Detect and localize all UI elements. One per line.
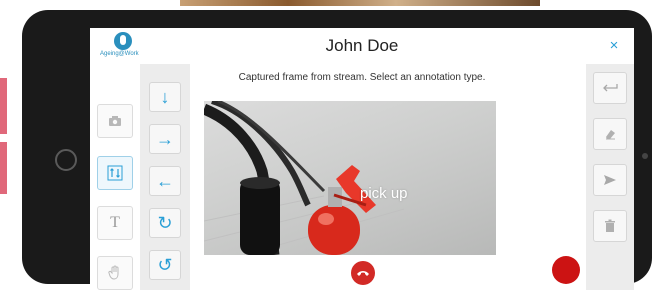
page-title: John Doe bbox=[325, 36, 399, 55]
rotate-clockwise-button[interactable]: ↻ bbox=[149, 208, 181, 238]
annotation-label: pick up bbox=[360, 185, 408, 202]
send-icon bbox=[604, 175, 616, 185]
hand-button[interactable] bbox=[97, 256, 133, 290]
arrow-down-button[interactable]: ↓ bbox=[149, 82, 181, 112]
eraser-button[interactable] bbox=[593, 118, 627, 150]
return-icon bbox=[603, 84, 618, 92]
camera-dot bbox=[642, 153, 648, 159]
annotation-type-toolbar: T bbox=[90, 64, 140, 290]
send-button[interactable] bbox=[593, 164, 627, 196]
rotate-counterclockwise-button[interactable]: ↺ bbox=[149, 250, 181, 280]
delete-button[interactable] bbox=[593, 210, 627, 242]
arrow-left-icon: ← bbox=[156, 170, 174, 191]
header: Ageing@Work John Doe × bbox=[90, 28, 634, 64]
arrows-icon bbox=[107, 165, 123, 181]
text-icon: T bbox=[110, 214, 120, 231]
background-photo-edge bbox=[180, 0, 540, 6]
instruction-text: Captured frame from stream. Select an an… bbox=[238, 72, 486, 83]
arrow-right-icon: → bbox=[156, 128, 174, 149]
action-toolbar bbox=[586, 64, 634, 290]
rotate-counterclockwise-icon: ↺ bbox=[157, 254, 173, 275]
frame-scene bbox=[204, 101, 405, 255]
captured-frame[interactable]: pick up bbox=[204, 101, 496, 255]
arrow-left-button[interactable]: ← bbox=[149, 166, 181, 196]
camera-icon bbox=[109, 116, 121, 126]
home-button bbox=[55, 149, 77, 171]
trash-icon bbox=[605, 219, 615, 232]
hand-icon bbox=[108, 265, 119, 280]
arrow-toolbar: ↓ → ← ↻ ↺ bbox=[140, 64, 190, 290]
return-button[interactable] bbox=[593, 72, 627, 104]
tablet-device: Ageing@Work John Doe × T ↓ → ← ↻ ↺ Captu… bbox=[22, 10, 652, 290]
eraser-icon bbox=[606, 130, 615, 140]
arrow-down-icon: ↓ bbox=[160, 86, 170, 107]
record-button[interactable] bbox=[552, 256, 580, 284]
app-screen: Ageing@Work John Doe × T ↓ → ← ↻ ↺ Captu… bbox=[90, 28, 634, 290]
background-pink-tab bbox=[0, 78, 7, 134]
rotate-clockwise-icon: ↻ bbox=[157, 212, 173, 233]
hang-up-button[interactable] bbox=[351, 261, 375, 285]
arrow-right-button[interactable]: → bbox=[149, 124, 181, 154]
background-pink-tab bbox=[0, 142, 7, 194]
text-button[interactable]: T bbox=[97, 206, 133, 240]
arrows-button[interactable] bbox=[97, 156, 133, 190]
close-button[interactable]: × bbox=[604, 37, 624, 54]
camera-button[interactable] bbox=[97, 104, 133, 138]
phone-hangup-icon bbox=[357, 271, 369, 276]
